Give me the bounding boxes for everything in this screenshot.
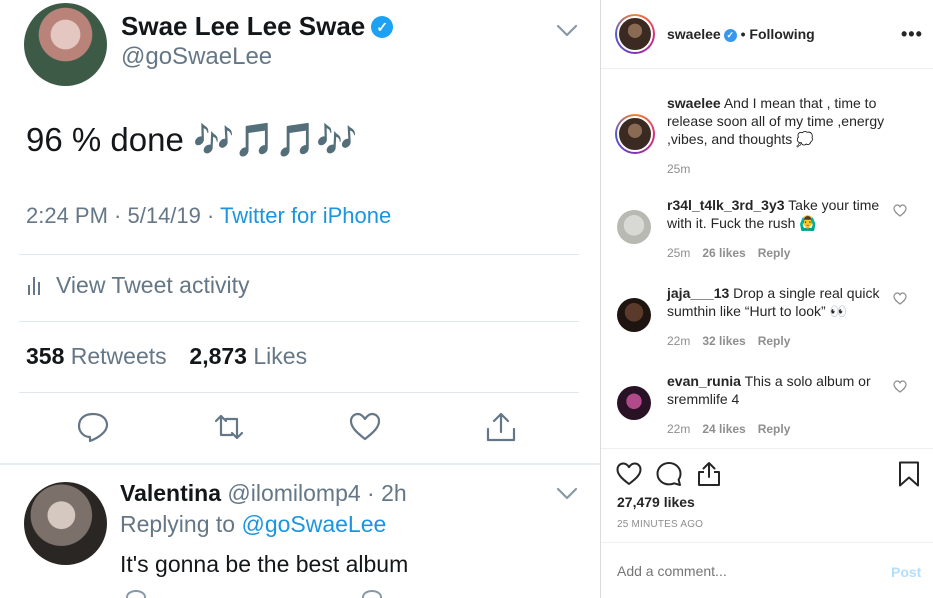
header-username[interactable]: swaelee — [667, 26, 721, 42]
comment-likes[interactable]: 32 likes — [702, 334, 745, 348]
heart-icon[interactable] — [893, 292, 907, 305]
heart-icon[interactable] — [615, 460, 643, 488]
comment-meta: 22m 24 likes Reply — [667, 422, 790, 436]
tweet-stats: 358 Retweets 2,873 Likes — [26, 343, 307, 370]
activity-label: View Tweet activity — [56, 272, 250, 298]
comment-avatar[interactable] — [617, 386, 651, 420]
post-time[interactable]: 25 MINUTES AGO — [617, 519, 703, 530]
bookmark-icon[interactable] — [895, 460, 923, 488]
share-icon[interactable] — [695, 460, 723, 488]
header-separator: • — [736, 26, 750, 42]
divider — [19, 392, 579, 393]
divider — [19, 254, 579, 255]
tweet-source-link[interactable]: Twitter for iPhone — [220, 203, 391, 228]
caption-username[interactable]: swaelee — [667, 95, 721, 111]
reply-button[interactable]: Reply — [758, 246, 791, 260]
replying-to: Replying to @goSwaeLee — [120, 511, 386, 538]
author-handle[interactable]: @goSwaeLee — [121, 43, 272, 71]
following-button[interactable]: Following — [749, 26, 814, 42]
heart-icon[interactable] — [893, 380, 907, 393]
comment-username[interactable]: evan_runia — [667, 373, 741, 389]
caption-avatar[interactable] — [615, 114, 655, 154]
likes-link[interactable]: 2,873 Likes — [189, 343, 307, 369]
comment-username[interactable]: jaja___13 — [667, 285, 729, 301]
verified-icon: ✓ — [723, 29, 737, 42]
retweet-icon[interactable] — [212, 411, 246, 443]
comment-input[interactable] — [617, 563, 867, 579]
reply-handle-time[interactable]: @ilomilomp4 · 2h — [221, 480, 406, 506]
author-name-text[interactable]: Swae Lee Lee Swae — [121, 11, 365, 41]
view-tweet-activity[interactable]: View Tweet activity — [28, 272, 249, 299]
replying-to-link[interactable]: @goSwaeLee — [241, 511, 386, 537]
caption: swaelee And I mean that , time to releas… — [667, 94, 897, 148]
reply-author-name[interactable]: Valentina — [120, 480, 221, 506]
comment-avatar[interactable] — [617, 210, 651, 244]
chevron-down-icon[interactable] — [556, 24, 578, 38]
divider — [601, 542, 933, 543]
like-icon[interactable] — [348, 411, 382, 443]
author-name[interactable]: Swae Lee Lee Swae ✓ — [121, 11, 394, 42]
tweet-meta: 2:24 PM · 5/14/19 · Twitter for iPhone — [26, 203, 391, 229]
tweet-panel: Swae Lee Lee Swae ✓ @goSwaeLee 96 % done … — [0, 0, 600, 598]
likes-label: Likes — [246, 343, 308, 369]
instagram-panel: swaelee ✓ • Following ••• swaelee And I m… — [600, 0, 933, 598]
reply-icon[interactable] — [76, 411, 110, 443]
post-button[interactable]: Post — [891, 564, 921, 580]
header-user: swaelee ✓ • Following — [667, 26, 815, 42]
reply-button[interactable]: Reply — [758, 334, 791, 348]
comment-meta: 25m 26 likes Reply — [667, 246, 790, 260]
reply-icon[interactable] — [126, 590, 146, 598]
reply-button[interactable]: Reply — [758, 422, 791, 436]
comment-likes[interactable]: 26 likes — [702, 246, 745, 260]
tweet-text: 96 % done 🎶🎵🎵🎶 — [26, 121, 358, 158]
comment: evan_runia This a solo album or sremmlif… — [667, 372, 897, 408]
heart-icon[interactable] — [893, 204, 907, 217]
tweet-time: 2:24 PM · 5/14/19 · — [26, 203, 221, 228]
comment: jaja___13 Drop a single real quick sumth… — [667, 284, 897, 320]
verified-icon: ✓ — [371, 16, 394, 38]
like-icon[interactable] — [362, 590, 382, 598]
retweets-count: 358 — [26, 343, 65, 369]
divider — [19, 321, 579, 322]
comment-likes[interactable]: 24 likes — [702, 422, 745, 436]
likes-count: 2,873 — [189, 343, 247, 369]
activity-bars-icon — [28, 276, 40, 295]
comment-time[interactable]: 25m — [667, 246, 690, 260]
author-avatar[interactable] — [24, 3, 107, 86]
more-options-icon[interactable]: ••• — [901, 24, 923, 45]
comment-icon[interactable] — [655, 460, 683, 488]
divider — [601, 68, 933, 69]
reply-author-avatar[interactable] — [24, 482, 107, 565]
share-icon[interactable] — [484, 411, 518, 443]
reply-text: It's gonna be the best album — [120, 551, 409, 577]
retweets-label: Retweets — [64, 343, 167, 369]
chevron-down-icon[interactable] — [556, 487, 578, 501]
header-avatar[interactable] — [615, 14, 655, 54]
comment-meta: 22m 32 likes Reply — [667, 334, 790, 348]
comment-time[interactable]: 22m — [667, 334, 690, 348]
likes-count[interactable]: 27,479 likes — [617, 494, 695, 510]
comment-avatar[interactable] — [617, 298, 651, 332]
reply-header: Valentina @ilomilomp4 · 2h — [120, 480, 407, 507]
replying-prefix: Replying to — [120, 511, 242, 537]
comment: r34l_t4lk_3rd_3y3 Take your time with it… — [667, 196, 897, 232]
section-divider — [0, 463, 600, 465]
divider — [601, 448, 933, 449]
comment-time[interactable]: 22m — [667, 422, 690, 436]
caption-time[interactable]: 25m — [667, 162, 690, 176]
comment-username[interactable]: r34l_t4lk_3rd_3y3 — [667, 197, 785, 213]
retweets-link[interactable]: 358 Retweets — [26, 343, 167, 369]
